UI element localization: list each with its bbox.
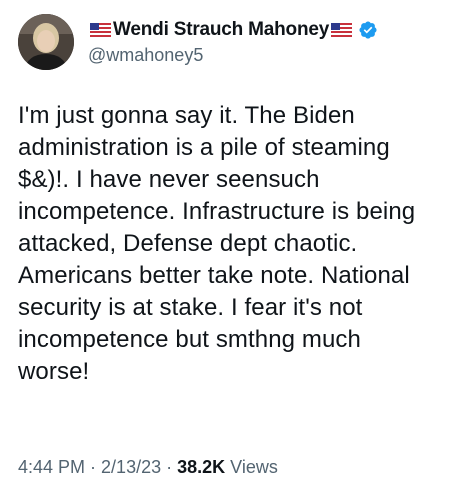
tweet-time[interactable]: 4:44 PM: [18, 457, 85, 477]
display-name[interactable]: Wendi Strauch Mahoney: [113, 19, 329, 41]
tweet-header: Wendi Strauch Mahoney @wmahoney5: [18, 14, 378, 70]
name-row[interactable]: Wendi Strauch Mahoney: [88, 18, 378, 42]
profile-photo: [18, 14, 74, 70]
tweet-card: Wendi Strauch Mahoney @wmahoney5 I'm jus…: [0, 0, 474, 497]
verified-badge-icon: [359, 21, 377, 39]
meta-separator: ·: [161, 457, 178, 477]
author-handle[interactable]: @wmahoney5: [88, 45, 378, 66]
tweet-meta: 4:44 PM · 2/13/23 · 38.2K Views: [18, 457, 278, 478]
us-flag-icon: [90, 23, 111, 37]
avatar[interactable]: [18, 14, 74, 70]
meta-separator: ·: [85, 457, 102, 477]
views-label: Views: [225, 457, 278, 477]
tweet-text: I'm just gonna say it. The Biden adminis…: [18, 102, 416, 385]
author-info: Wendi Strauch Mahoney @wmahoney5: [88, 18, 378, 66]
views-count: 38.2K: [177, 457, 226, 477]
us-flag-icon: [331, 23, 353, 37]
tweet-date[interactable]: 2/13/23: [101, 457, 161, 477]
